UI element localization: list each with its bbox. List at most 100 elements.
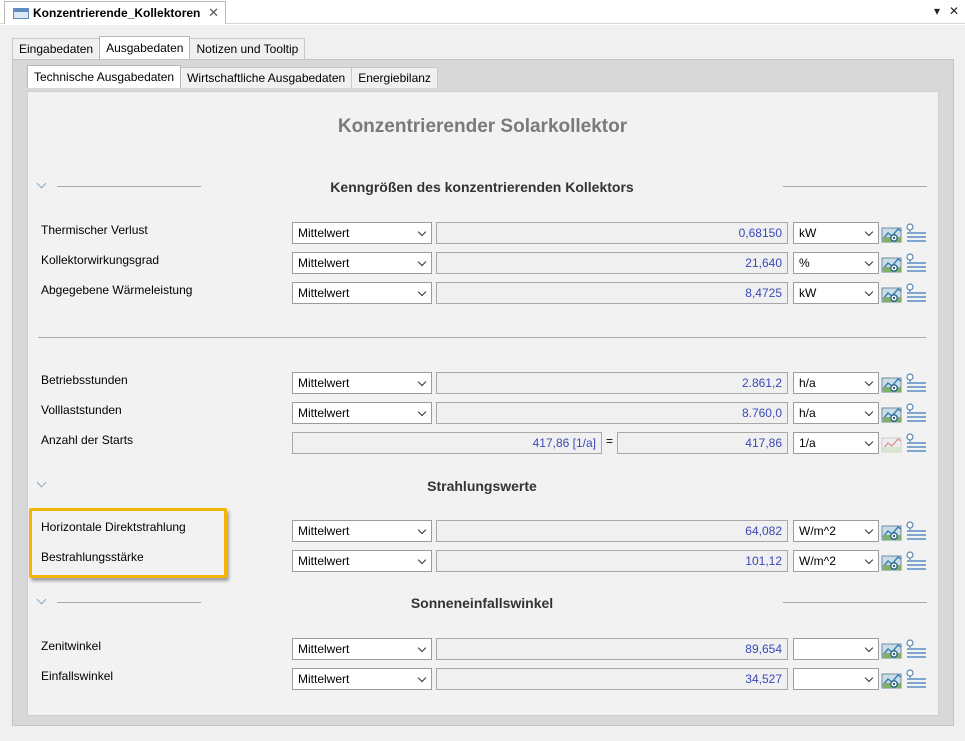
chart-view-icon[interactable] bbox=[881, 638, 903, 660]
details-list-icon[interactable] bbox=[905, 373, 927, 393]
value-field: 8.760,0 bbox=[436, 402, 788, 424]
chart-view-icon[interactable] bbox=[881, 222, 903, 244]
row-label: Anzahl der Starts bbox=[41, 433, 134, 447]
chart-view-icon[interactable] bbox=[881, 520, 903, 542]
row-waermeleistung: Abgegebene Wärmeleistung Mittelwert 8,47… bbox=[0, 282, 965, 304]
document-tab[interactable]: Konzentrierende_Kollektoren ✕ bbox=[4, 1, 226, 24]
chevron-down-icon bbox=[864, 257, 874, 267]
row-betriebsstunden: Betriebsstunden Mittelwert 2.861,2 h/a bbox=[0, 372, 965, 394]
close-window-icon[interactable]: ✕ bbox=[949, 4, 959, 18]
mode-value: Mittelwert bbox=[298, 226, 350, 240]
row-zenitwinkel: Zenitwinkel Mittelwert 89,654 bbox=[0, 638, 965, 660]
divider bbox=[783, 186, 927, 187]
mode-select[interactable]: Mittelwert bbox=[292, 252, 432, 274]
chevron-down-icon bbox=[864, 525, 874, 535]
chart-view-icon[interactable] bbox=[881, 550, 903, 572]
divider bbox=[783, 602, 927, 603]
row-label: Betriebsstunden bbox=[41, 373, 128, 387]
details-list-icon[interactable] bbox=[905, 521, 927, 541]
chevron-down-icon bbox=[864, 643, 874, 653]
chart-view-icon[interactable] bbox=[881, 372, 903, 394]
chevron-down-icon bbox=[417, 287, 427, 297]
formula-field: 417,86 [1/a] bbox=[292, 432, 602, 454]
mode-value: Mittelwert bbox=[298, 524, 350, 538]
chevron-down-icon bbox=[417, 555, 427, 565]
close-tab-icon[interactable]: ✕ bbox=[208, 5, 219, 21]
unit-value: kW bbox=[799, 286, 817, 300]
value-field: 0,68150 bbox=[436, 222, 788, 244]
details-list-icon[interactable] bbox=[905, 253, 927, 273]
value-field: 417,86 bbox=[617, 432, 788, 454]
chevron-down-icon bbox=[864, 437, 874, 447]
mode-value: Mittelwert bbox=[298, 642, 350, 656]
chart-disabled-icon bbox=[881, 437, 902, 453]
unit-value: h/a bbox=[799, 406, 816, 420]
chevron-down-icon bbox=[417, 643, 427, 653]
unit-select[interactable] bbox=[793, 668, 879, 690]
mode-value: Mittelwert bbox=[298, 256, 350, 270]
mode-value: Mittelwert bbox=[298, 286, 350, 300]
value-field: 89,654 bbox=[436, 638, 788, 660]
details-list-icon[interactable] bbox=[905, 433, 927, 453]
mode-select[interactable]: Mittelwert bbox=[292, 638, 432, 660]
mode-select[interactable]: Mittelwert bbox=[292, 402, 432, 424]
outer-tab-bar: Eingabedaten Ausgabedaten Notizen und To… bbox=[12, 36, 306, 60]
details-list-icon[interactable] bbox=[905, 639, 927, 659]
chart-view-icon[interactable] bbox=[881, 282, 903, 304]
chevron-down-icon bbox=[417, 407, 427, 417]
tab-notizen[interactable]: Notizen und Tooltip bbox=[189, 38, 306, 59]
document-tab-strip: Konzentrierende_Kollektoren ✕ ▾ ✕ bbox=[0, 0, 965, 24]
window-icon bbox=[13, 7, 29, 19]
row-kollektorwirkungsgrad: Kollektorwirkungsgrad Mittelwert 21,640 … bbox=[0, 252, 965, 274]
unit-select[interactable]: h/a bbox=[793, 372, 879, 394]
unit-select[interactable]: kW bbox=[793, 222, 879, 244]
unit-select[interactable] bbox=[793, 638, 879, 660]
chevron-down-icon bbox=[417, 257, 427, 267]
unit-select[interactable]: W/m^2 bbox=[793, 550, 879, 572]
unit-select[interactable]: % bbox=[793, 252, 879, 274]
dropdown-menu-icon[interactable]: ▾ bbox=[934, 4, 940, 18]
details-list-icon[interactable] bbox=[905, 283, 927, 303]
tab-energiebilanz[interactable]: Energiebilanz bbox=[351, 67, 438, 88]
details-list-icon[interactable] bbox=[905, 551, 927, 571]
tab-eingabedaten[interactable]: Eingabedaten bbox=[12, 38, 101, 59]
equals-sign: = bbox=[606, 434, 614, 448]
tab-wirtschaftliche-ausgabedaten[interactable]: Wirtschaftliche Ausgabedaten bbox=[180, 67, 353, 88]
highlight-box bbox=[29, 508, 227, 578]
mode-select[interactable]: Mittelwert bbox=[292, 550, 432, 572]
unit-select[interactable]: kW bbox=[793, 282, 879, 304]
chevron-down-icon bbox=[417, 673, 427, 683]
row-label: Einfallswinkel bbox=[41, 669, 114, 683]
section-strahlungswerte: Strahlungswerte bbox=[37, 478, 927, 498]
chevron-down-icon bbox=[417, 525, 427, 535]
tab-technische-ausgabedaten[interactable]: Technische Ausgabedaten bbox=[27, 65, 182, 88]
unit-select[interactable]: W/m^2 bbox=[793, 520, 879, 542]
unit-select[interactable]: 1/a bbox=[793, 432, 879, 454]
chart-view-icon[interactable] bbox=[881, 252, 903, 274]
row-label: Kollektorwirkungsgrad bbox=[41, 253, 160, 267]
mode-select[interactable]: Mittelwert bbox=[292, 668, 432, 690]
value-field: 64,082 bbox=[436, 520, 788, 542]
mode-select[interactable]: Mittelwert bbox=[292, 520, 432, 542]
mode-value: Mittelwert bbox=[298, 406, 350, 420]
tab-ausgabedaten[interactable]: Ausgabedaten bbox=[99, 36, 191, 59]
mode-value: Mittelwert bbox=[298, 376, 350, 390]
mode-select[interactable]: Mittelwert bbox=[292, 372, 432, 394]
section-kenngroessen: Kenngrößen des konzentrierenden Kollekto… bbox=[37, 179, 927, 199]
row-label: Zenitwinkel bbox=[41, 639, 102, 653]
row-label: Abgegebene Wärmeleistung bbox=[41, 283, 193, 297]
details-list-icon[interactable] bbox=[905, 669, 927, 689]
mode-value: Mittelwert bbox=[298, 672, 350, 686]
unit-select[interactable]: h/a bbox=[793, 402, 879, 424]
details-list-icon[interactable] bbox=[905, 223, 927, 243]
row-anzahl-starts: Anzahl der Starts 417,86 [1/a] = 417,86 … bbox=[0, 432, 965, 454]
mode-select[interactable]: Mittelwert bbox=[292, 282, 432, 304]
chart-view-icon[interactable] bbox=[881, 668, 903, 690]
row-einfallswinkel: Einfallswinkel Mittelwert 34,527 bbox=[0, 668, 965, 690]
chevron-down-icon bbox=[864, 227, 874, 237]
section-title: Sonneneinfallswinkel bbox=[410, 595, 554, 611]
chart-view-icon[interactable] bbox=[881, 402, 903, 424]
unit-value: W/m^2 bbox=[799, 554, 836, 568]
details-list-icon[interactable] bbox=[905, 403, 927, 423]
mode-select[interactable]: Mittelwert bbox=[292, 222, 432, 244]
